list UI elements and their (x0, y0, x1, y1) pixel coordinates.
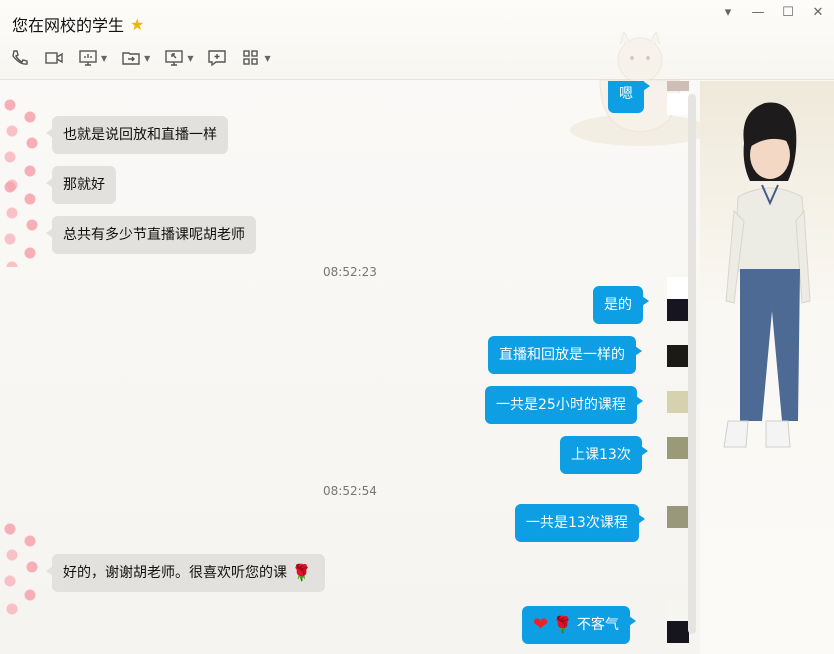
chevron-down-icon: ▼ (264, 53, 271, 63)
avatar[interactable] (667, 437, 689, 459)
avatar[interactable] (667, 81, 689, 91)
window-title-area: 您在网校的学生 ★ (12, 12, 144, 36)
minimize-icon[interactable]: — (750, 4, 766, 20)
rose-icon: 🌹 (552, 615, 573, 634)
remote-desktop-icon (165, 50, 184, 66)
timestamp: 08:52:54 (323, 484, 377, 498)
file-transfer-icon (122, 52, 140, 65)
window-title: 您在网校的学生 (12, 16, 125, 35)
avatar[interactable] (667, 345, 689, 367)
phone-button[interactable] (10, 48, 30, 68)
file-transfer-button[interactable]: ▼ (121, 48, 150, 68)
avatar[interactable] (667, 299, 689, 321)
heart-icon: ❤ (533, 614, 549, 635)
character-illustration (723, 102, 811, 448)
message-bubble[interactable]: ❤ 🌹 不客气 (522, 606, 636, 644)
chevron-down-icon: ▼ (144, 53, 151, 63)
star-icon: ★ (130, 14, 145, 34)
message-bubble[interactable]: 也就是说回放和直播一样 (46, 116, 228, 154)
timestamp: 08:52:23 (323, 265, 377, 279)
avatar[interactable] (0, 519, 50, 619)
screen-share-icon (79, 50, 97, 66)
avatar[interactable] (667, 391, 689, 413)
message-bubble[interactable]: 直播和回放是一样的 (488, 336, 642, 374)
toolbar: ▼ ▼ ▼ ▼ (10, 48, 271, 68)
avatar-decoration (0, 177, 50, 267)
chevron-down-icon: ▼ (187, 53, 194, 63)
message-bubble[interactable]: 上课13次 (560, 436, 648, 474)
message-button[interactable] (207, 48, 227, 68)
window-controls: ▾ — ☐ ✕ (720, 4, 826, 20)
message-bubble[interactable]: 一共是25小时的课程 (485, 386, 643, 424)
message-icon (208, 50, 227, 67)
video-button[interactable] (44, 48, 64, 68)
message-bubble[interactable]: 一共是13次课程 (515, 504, 645, 542)
message-bubble[interactable]: 嗯 (608, 81, 650, 113)
chat-scrollbar[interactable] (688, 94, 696, 634)
close-icon[interactable]: ✕ (810, 4, 826, 20)
remote-desktop-button[interactable]: ▼ (164, 48, 193, 68)
message-bubble[interactable]: 是的 (593, 286, 649, 324)
phone-icon (12, 50, 28, 65)
screen-share-button[interactable]: ▼ (78, 48, 107, 68)
chevron-down-icon: ▼ (101, 53, 108, 63)
chat-window: 您在网校的学生 ★ ▾ — ☐ ✕ ▼ ▼ ▼ ▼ 嗯 也就是说回放和直播一样 … (0, 0, 834, 654)
avatar[interactable] (667, 621, 689, 643)
message-bubble[interactable]: 好的，谢谢胡老师。很喜欢听您的课 🌹 (45, 554, 326, 592)
video-icon (45, 52, 63, 64)
avatar-fragment (667, 93, 689, 115)
message-bubble[interactable]: 总共有多少节直播课呢胡老师 (46, 216, 256, 254)
side-panel (700, 81, 834, 654)
apps-icon (243, 50, 259, 65)
avatar-fragment (667, 277, 689, 299)
message-bubble[interactable]: 那就好 (46, 166, 116, 204)
message-list[interactable]: 嗯 也就是说回放和直播一样 那就好 总共有多少节直播课呢胡老师 08:52:23… (0, 81, 700, 654)
avatar-fragment (667, 599, 689, 621)
maximize-icon[interactable]: ☐ (780, 4, 796, 20)
rose-icon: 🌹 (291, 563, 312, 582)
avatar[interactable] (667, 506, 689, 528)
dropdown-icon[interactable]: ▾ (720, 4, 736, 20)
apps-button[interactable]: ▼ (241, 48, 271, 68)
